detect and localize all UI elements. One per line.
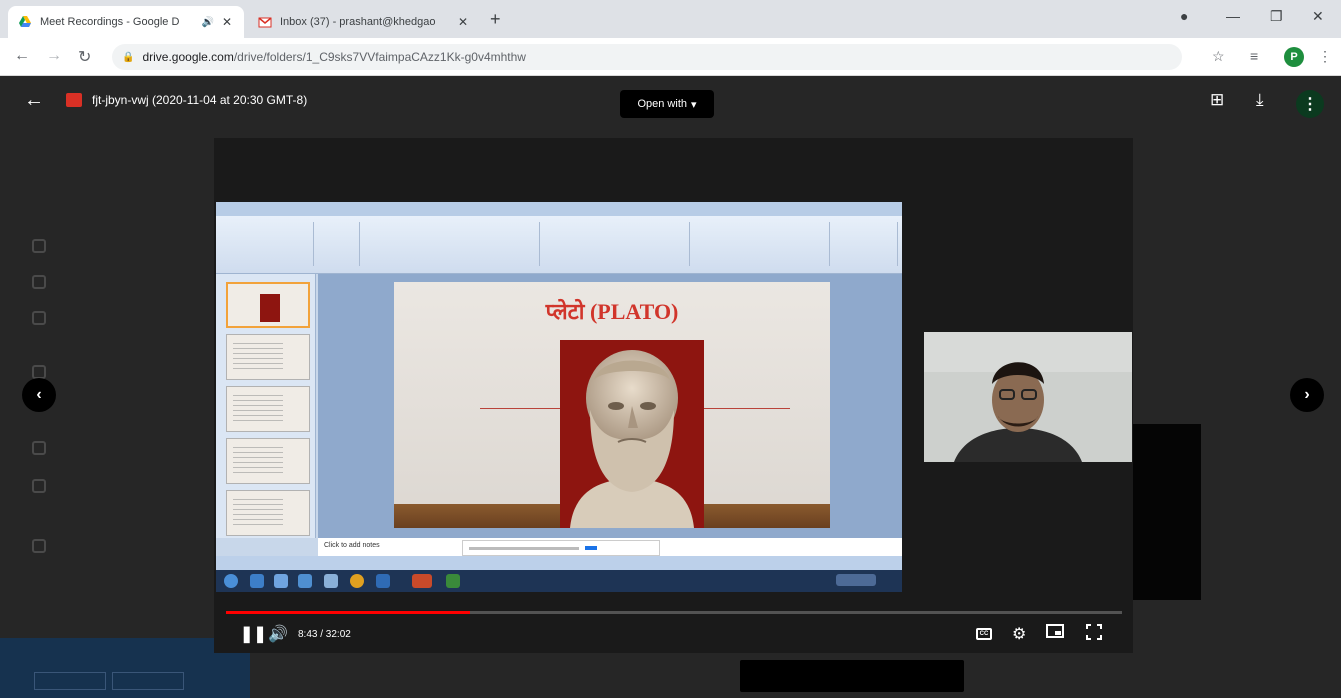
pause-icon[interactable]: ❚❚ xyxy=(240,624,267,644)
slide-thumbnail xyxy=(226,386,310,432)
media-control-icon[interactable]: ● xyxy=(1180,8,1188,24)
progress-played xyxy=(226,611,470,614)
tab-meet-recordings[interactable]: Meet Recordings - Google D 🔊 ✕ xyxy=(8,6,244,38)
open-with-label: Open with xyxy=(637,98,687,110)
dimmed-nav-item xyxy=(32,236,68,256)
taskbar-app-icon xyxy=(324,574,338,588)
dimmed-nav-item xyxy=(32,308,68,328)
add-to-drive-icon[interactable]: ⊞ xyxy=(1210,90,1224,110)
back-arrow-icon[interactable]: ← xyxy=(24,89,44,112)
progress-bar[interactable] xyxy=(226,611,1122,614)
ppt-slide-thumbnails xyxy=(216,274,316,538)
slide-thumbnail xyxy=(226,438,310,484)
ie-icon xyxy=(250,574,264,588)
slide-thumbnail xyxy=(226,282,310,328)
settings-gear-icon[interactable]: ⚙ xyxy=(1012,624,1026,644)
tab-inbox[interactable]: Inbox (37) - prashant@khedgao ✕ xyxy=(248,6,480,38)
dimmed-thumbnail xyxy=(740,660,964,692)
plato-bust-image xyxy=(560,340,704,528)
minimize-icon[interactable]: — xyxy=(1226,8,1240,24)
download-icon[interactable]: ⤓ xyxy=(1256,90,1264,110)
dimmed-promo xyxy=(0,638,250,698)
dimmed-nav-item xyxy=(32,272,68,292)
forward-icon[interactable]: → xyxy=(46,47,62,65)
ppt-statusbar xyxy=(216,556,902,570)
participant-camera-tile xyxy=(924,332,1132,462)
browser-menu-icon[interactable]: ⋮ xyxy=(1318,48,1332,65)
bookmark-star-icon[interactable]: ☆ xyxy=(1212,48,1225,65)
taskbar-app-icon xyxy=(446,574,460,588)
lock-icon[interactable]: 🔒 xyxy=(122,52,134,63)
fullscreen-icon[interactable] xyxy=(1086,624,1102,645)
speaker-icon[interactable]: 🔊 xyxy=(202,17,214,28)
powerpoint-icon xyxy=(412,574,432,588)
browser-toolbar: ← → ↻ 🔒 drive.google.com/drive/folders/1… xyxy=(0,38,1341,76)
close-tab-icon[interactable]: ✕ xyxy=(220,15,234,29)
miniplayer-icon[interactable] xyxy=(1046,624,1064,643)
dimmed-button xyxy=(112,672,184,690)
slide-thumbnail xyxy=(226,490,310,536)
profile-avatar[interactable]: P xyxy=(1284,47,1304,67)
slide-thumbnail xyxy=(226,334,310,380)
ppt-ribbon xyxy=(216,216,902,274)
more-actions-icon[interactable]: ⋮ xyxy=(1296,90,1324,118)
url-host: drive.google.com xyxy=(142,50,234,64)
dimmed-nav-item xyxy=(32,438,68,458)
slide-divider xyxy=(704,408,790,409)
back-icon[interactable]: ← xyxy=(14,47,30,65)
screen-share-banner xyxy=(462,540,660,556)
viewer-header: ← fjt-jbyn-vwj (2020-11-04 at 20:30 GMT-… xyxy=(0,76,1341,132)
close-tab-icon[interactable]: ✕ xyxy=(456,15,470,29)
captions-icon[interactable]: CC xyxy=(976,628,992,640)
restore-icon[interactable]: ❐ xyxy=(1270,8,1283,25)
stop-sharing-button xyxy=(585,546,597,550)
tab-title: Meet Recordings - Google D xyxy=(40,16,180,28)
screen-share-powerpoint: प्लेटो (PLATO) Click to add notes xyxy=(216,202,902,570)
slide-divider xyxy=(480,408,560,409)
chrome-icon xyxy=(350,574,364,588)
video-player[interactable]: प्लेटो (PLATO) Click to add notes ❚❚ 🔊 8… xyxy=(214,138,1133,653)
previous-file-button[interactable]: ‹ xyxy=(22,378,56,412)
taskbar-clock xyxy=(836,574,876,586)
reading-list-icon[interactable]: ≡ xyxy=(1250,48,1258,64)
slide-title: प्लेटो (PLATO) xyxy=(545,299,679,324)
browser-tab-strip: Meet Recordings - Google D 🔊 ✕ Inbox (37… xyxy=(0,0,1341,38)
drive-file-viewer: ← fjt-jbyn-vwj (2020-11-04 at 20:30 GMT-… xyxy=(0,76,1341,698)
gmail-icon xyxy=(258,15,272,29)
drive-sidebar-dimmed xyxy=(0,136,250,698)
dimmed-button xyxy=(34,672,106,690)
google-drive-icon xyxy=(18,15,32,29)
next-file-button[interactable]: › xyxy=(1290,378,1324,412)
ppt-slide-pane: प्लेटो (PLATO) xyxy=(318,274,902,538)
dimmed-thumbnail xyxy=(1133,424,1201,600)
windows-taskbar xyxy=(216,570,902,592)
start-icon xyxy=(224,574,238,588)
close-window-icon[interactable]: ✕ xyxy=(1312,8,1324,25)
current-slide: प्लेटो (PLATO) xyxy=(394,282,830,528)
open-with-button[interactable]: Open with ▾ xyxy=(620,90,714,118)
new-tab-button[interactable]: + xyxy=(490,9,501,30)
dimmed-nav-item xyxy=(32,536,68,556)
taskbar-app-icon xyxy=(298,574,312,588)
tab-title: Inbox (37) - prashant@khedgao xyxy=(280,16,436,28)
url-path: /drive/folders/1_C9sks7VVfaimpaCAzz1Kk-g… xyxy=(233,50,526,64)
volume-icon[interactable]: 🔊 xyxy=(268,624,288,644)
address-bar[interactable]: 🔒 drive.google.com/drive/folders/1_C9sks… xyxy=(112,44,1182,70)
file-title: fjt-jbyn-vwj (2020-11-04 at 20:30 GMT-8) xyxy=(92,93,308,107)
taskbar-app-icon xyxy=(376,574,390,588)
taskbar-app-icon xyxy=(274,574,288,588)
dimmed-nav-item xyxy=(32,476,68,496)
reload-icon[interactable]: ↻ xyxy=(78,47,91,67)
time-display: 8:43 / 32:02 xyxy=(298,629,351,640)
ppt-titlebar xyxy=(216,202,902,216)
chevron-down-icon: ▾ xyxy=(691,98,697,111)
video-file-icon xyxy=(66,93,82,107)
